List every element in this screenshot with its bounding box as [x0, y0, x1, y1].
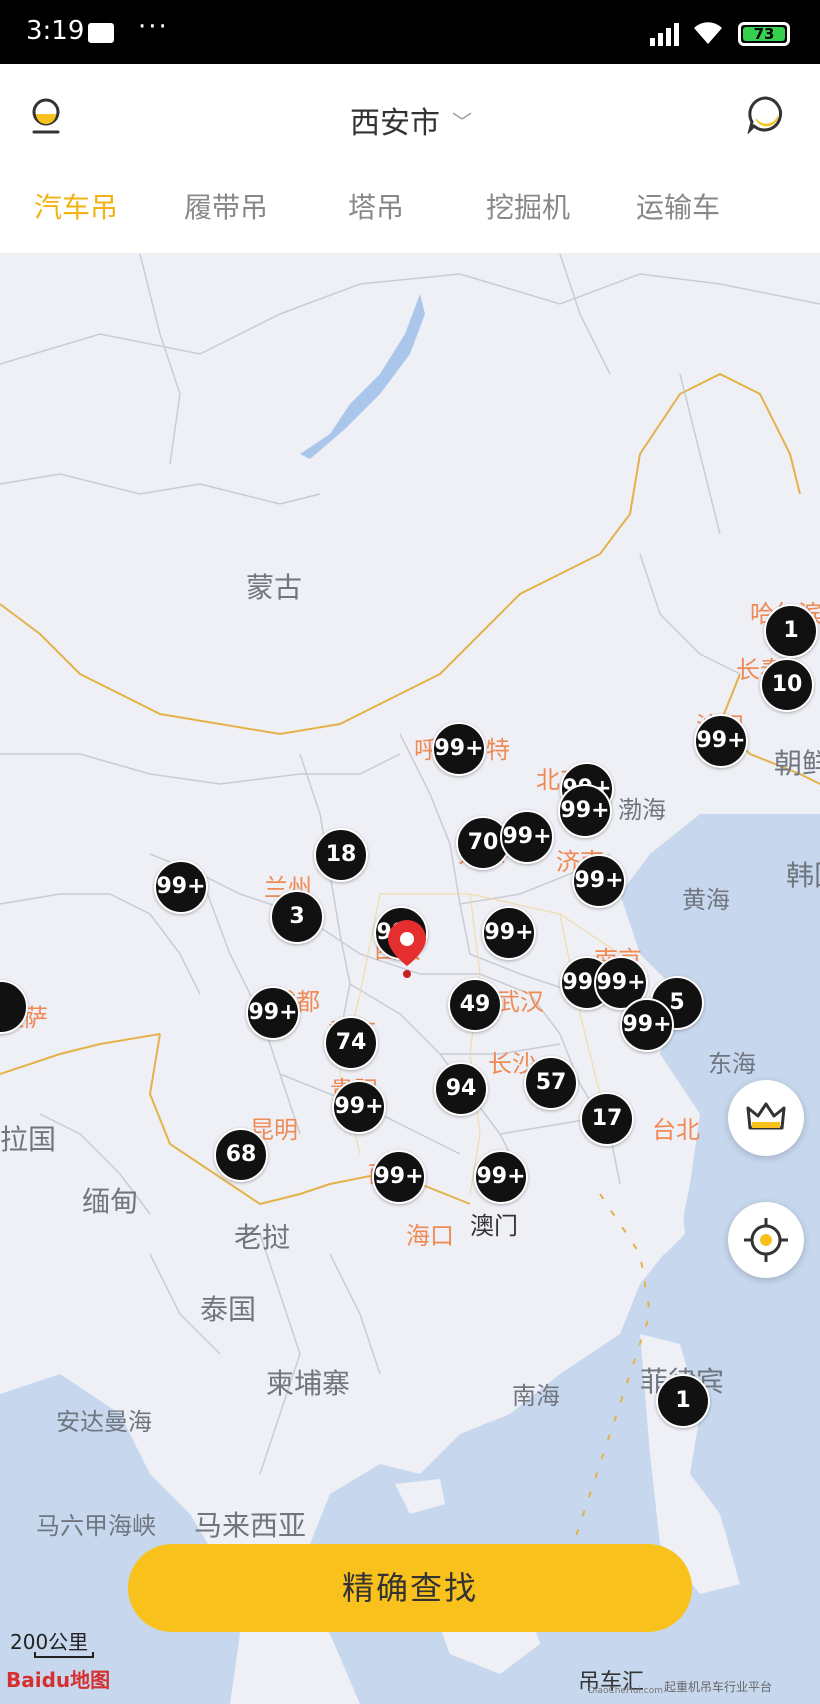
- chat-icon[interactable]: [746, 94, 786, 134]
- message-notification-icon: [88, 23, 114, 43]
- map-cluster-marker[interactable]: 99+: [474, 1150, 528, 1204]
- wifi-icon: [692, 18, 724, 53]
- profile-icon[interactable]: [30, 96, 62, 136]
- map-cluster-marker[interactable]: 17: [580, 1092, 634, 1146]
- place-label-east-sea: 东海: [708, 1050, 756, 1078]
- map-cluster-marker[interactable]: 10: [760, 658, 814, 712]
- diaoche-tagline: 起重机吊车行业平台: [663, 1680, 772, 1694]
- place-label-wuhan: 武汉: [496, 988, 544, 1016]
- battery-level: 73: [743, 27, 785, 42]
- app-header: 西安市 ﹀: [0, 64, 820, 168]
- baidu-map-logo: Baidu地图: [6, 1668, 111, 1692]
- place-label-south-sea: 南海: [512, 1382, 560, 1410]
- place-label-taipei: 台北: [652, 1116, 700, 1144]
- map-cluster-marker[interactable]: 18: [314, 828, 368, 882]
- status-bar: 3:19 ··· 73: [0, 0, 820, 64]
- place-label-andaman-sea: 安达曼海: [56, 1408, 152, 1436]
- map-scale-bar: [34, 1652, 94, 1658]
- place-label-bohai: 渤海: [618, 796, 666, 824]
- map-cluster-marker[interactable]: 68: [214, 1128, 268, 1182]
- tab-excavator[interactable]: 挖掘机: [486, 186, 570, 226]
- tab-tower-crane[interactable]: 塔吊: [348, 186, 404, 226]
- location-pin-icon: [388, 920, 426, 978]
- map-cluster-marker[interactable]: 94: [434, 1062, 488, 1116]
- map-cluster-marker[interactable]: 99+: [432, 722, 486, 776]
- place-label-bangladesh: 拉国: [0, 1123, 57, 1156]
- map-base-layer: [0, 254, 820, 1704]
- map-scale-label: 200公里: [10, 1630, 89, 1654]
- status-time: 3:19: [26, 16, 85, 46]
- place-label-myanmar: 缅甸: [82, 1185, 139, 1218]
- city-selector[interactable]: 西安市: [350, 98, 440, 142]
- place-label-yellow-sea: 黄海: [682, 886, 730, 914]
- map-view[interactable]: 蒙古 呼和浩特 太原 济南 西安 兰州 成都 重庆 贵阳 昆明 南宁 广州 海口…: [0, 254, 820, 1704]
- tab-transport-truck[interactable]: 运输车: [636, 186, 720, 226]
- map-cluster-marker[interactable]: 99+: [500, 810, 554, 864]
- battery-icon: 73: [738, 22, 790, 46]
- crown-button[interactable]: [728, 1080, 804, 1156]
- map-cluster-marker[interactable]: 99+: [558, 784, 612, 838]
- place-label-laos: 老挝: [234, 1221, 291, 1254]
- precise-search-button[interactable]: 精确查找: [128, 1544, 692, 1632]
- place-label-malacca-strait: 马六甲海峡: [36, 1512, 156, 1540]
- map-cluster-marker[interactable]: 3: [270, 890, 324, 944]
- place-label-thailand: 泰国: [200, 1293, 257, 1326]
- place-label-north-korea: 朝鲜: [774, 747, 820, 780]
- chevron-down-icon[interactable]: ﹀: [452, 106, 472, 135]
- crown-icon: [746, 1102, 786, 1130]
- more-notifications-icon: ···: [138, 12, 169, 42]
- map-cluster-marker[interactable]: 49: [448, 978, 502, 1032]
- map-cluster-marker[interactable]: 99+: [694, 714, 748, 768]
- map-cluster-marker[interactable]: 74: [324, 1016, 378, 1070]
- map-cluster-marker[interactable]: 99+: [620, 998, 674, 1052]
- diaoche-website: DiaoCheHui.com: [588, 1686, 664, 1696]
- place-label-south-korea: 韩国: [786, 859, 820, 892]
- place-label-malaysia: 马来西亚: [194, 1509, 307, 1542]
- locate-button[interactable]: [728, 1202, 804, 1278]
- place-label-haikou: 海口: [406, 1222, 454, 1250]
- place-label-cambodia: 柬埔寨: [266, 1367, 351, 1400]
- equipment-tabs: 汽车吊 履带吊 塔吊 挖掘机 运输车: [0, 168, 820, 254]
- map-cluster-marker[interactable]: 99+: [246, 986, 300, 1040]
- place-label-mongolia: 蒙古: [246, 571, 303, 604]
- tab-crawler-crane[interactable]: 履带吊: [184, 186, 268, 226]
- map-cluster-marker[interactable]: 99+: [154, 860, 208, 914]
- place-label-macau: 澳门: [470, 1212, 518, 1240]
- map-cluster-marker[interactable]: 1: [656, 1374, 710, 1428]
- locate-icon: [744, 1218, 788, 1262]
- map-cluster-marker[interactable]: 99+: [572, 854, 626, 908]
- map-cluster-marker[interactable]: 99+: [372, 1150, 426, 1204]
- map-cluster-marker[interactable]: 99+: [332, 1080, 386, 1134]
- tab-truck-crane[interactable]: 汽车吊: [34, 186, 118, 226]
- map-cluster-marker[interactable]: 1: [764, 604, 818, 658]
- map-cluster-marker[interactable]: 99+: [482, 906, 536, 960]
- signal-icon: [650, 23, 679, 46]
- map-cluster-marker[interactable]: 57: [524, 1056, 578, 1110]
